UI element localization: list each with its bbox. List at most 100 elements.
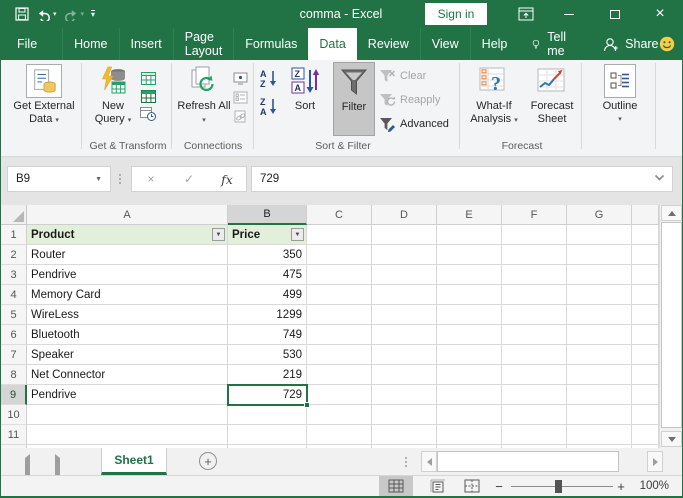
tell-me-button[interactable]: Tell me [532,28,571,60]
cell-D10[interactable] [372,405,437,425]
row-header-11[interactable]: 11 [1,425,27,445]
enter-button[interactable]: ✓ [170,172,208,186]
column-header-f[interactable]: F [502,205,567,225]
column-header-e[interactable]: E [437,205,502,225]
page-break-preview-button[interactable] [457,476,487,496]
cell-C10[interactable] [307,405,372,425]
scroll-down-button[interactable] [661,431,682,447]
tab-bar-resize-handle[interactable] [405,457,407,467]
cell-E2[interactable] [437,245,502,265]
cell-B2[interactable]: 350 [228,245,307,265]
cell-A2[interactable]: Router [27,245,228,265]
column-header-b[interactable]: B [228,205,307,225]
row-header-3[interactable]: 3 [1,265,27,285]
column-header-a[interactable]: A [27,205,228,225]
scroll-up-button[interactable] [661,205,682,221]
cell-B10[interactable] [228,405,307,425]
formula-input[interactable]: 729 [251,166,673,192]
cell-partial[interactable] [632,405,659,425]
horizontal-scrollbar[interactable] [421,451,663,472]
cell-G9[interactable] [567,385,632,405]
cell-E8[interactable] [437,365,502,385]
row-header-6[interactable]: 6 [1,325,27,345]
filter-button[interactable]: Filter [333,62,375,136]
tab-home[interactable]: Home [62,28,118,60]
cell-G6[interactable] [567,325,632,345]
tab-review[interactable]: Review [357,28,420,60]
cell-F5[interactable] [502,305,567,325]
cell-B1[interactable]: Price ▼ [228,225,307,245]
next-sheet-button[interactable] [55,454,60,479]
cell-A10[interactable] [27,405,228,425]
column-header-partial[interactable] [632,205,659,225]
sort-button[interactable]: ZA Sort [283,62,327,136]
previous-sheet-button[interactable] [25,454,30,479]
tab-file[interactable]: File [6,28,48,60]
cell-G11[interactable] [567,425,632,445]
cell-C6[interactable] [307,325,372,345]
tab-help[interactable]: Help [469,28,519,60]
tab-formulas[interactable]: Formulas [233,28,308,60]
share-button[interactable]: Share [603,28,659,60]
cell-D8[interactable] [372,365,437,385]
filter-dropdown-button-A1[interactable]: ▼ [212,228,225,241]
cell-A8[interactable]: Net Connector [27,365,228,385]
cancel-button[interactable]: × [132,172,170,186]
cell-F7[interactable] [502,345,567,365]
outline-button[interactable]: Outline ▾ [589,62,651,136]
properties-button[interactable] [231,89,249,105]
cell-partial[interactable] [632,325,659,345]
cell-C2[interactable] [307,245,372,265]
zoom-level[interactable]: 100% [633,476,669,496]
cell-C11[interactable] [307,425,372,445]
zoom-out-button[interactable]: − [491,476,507,496]
what-if-analysis-button[interactable]: ? What-If Analysis ▾ [465,62,523,136]
cell-G3[interactable] [567,265,632,285]
cell-E1[interactable] [437,225,502,245]
cell-B7[interactable]: 530 [228,345,307,365]
row-header-1[interactable]: 1 [1,225,27,245]
cell-A5[interactable]: WireLess [27,305,228,325]
cell-D4[interactable] [372,285,437,305]
sort-descending-button[interactable]: ZA [258,96,280,116]
vertical-scrollbar[interactable] [659,205,682,448]
cell-B5[interactable]: 1299 [228,305,307,325]
cell-A3[interactable]: Pendrive [27,265,228,285]
redo-dropdown-icon[interactable]: ▾ [81,10,85,18]
cell-G5[interactable] [567,305,632,325]
cell-A7[interactable]: Speaker [27,345,228,365]
cell-F9[interactable] [502,385,567,405]
insert-function-button[interactable]: fx [208,172,246,187]
fill-handle[interactable] [304,402,310,408]
cell-A11[interactable] [27,425,228,445]
refresh-all-button[interactable]: Refresh All ▾ [177,62,231,136]
feedback-smiley-button[interactable] [659,28,675,60]
cell-F2[interactable] [502,245,567,265]
page-layout-view-button[interactable] [423,476,453,496]
row-header-9[interactable]: 9 [1,385,27,405]
cell-partial[interactable] [632,385,659,405]
cell-partial[interactable] [632,285,659,305]
cell-G1[interactable] [567,225,632,245]
cell-F4[interactable] [502,285,567,305]
cell-F3[interactable] [502,265,567,285]
from-range-button[interactable] [139,88,157,104]
cell-C5[interactable] [307,305,372,325]
cell-partial[interactable] [632,345,659,365]
cell-partial[interactable] [632,245,659,265]
cell-E5[interactable] [437,305,502,325]
recent-sources-button[interactable] [139,106,157,122]
cell-D2[interactable] [372,245,437,265]
filter-dropdown-button-B1[interactable]: ▼ [291,228,304,241]
cell-F6[interactable] [502,325,567,345]
cell-E4[interactable] [437,285,502,305]
cell-F8[interactable] [502,365,567,385]
horizontal-scroll-thumb[interactable] [437,451,619,472]
cell-G8[interactable] [567,365,632,385]
row-header-8[interactable]: 8 [1,365,27,385]
tab-page-layout[interactable]: Page Layout [172,28,234,60]
expand-formula-bar-icon[interactable] [654,173,665,185]
cell-C9[interactable] [307,385,372,405]
cell-E11[interactable] [437,425,502,445]
cell-G4[interactable] [567,285,632,305]
